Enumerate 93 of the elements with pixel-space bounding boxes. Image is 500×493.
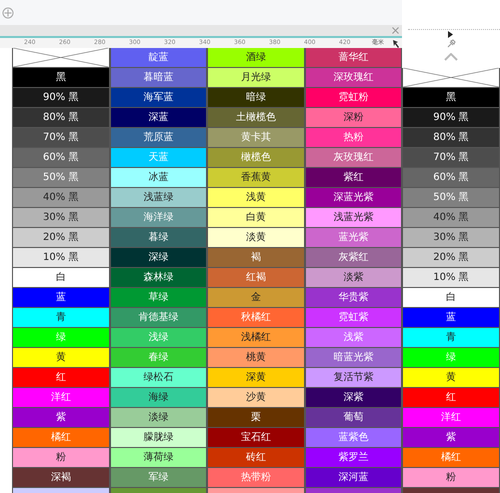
- color-swatch[interactable]: 蓝: [402, 308, 500, 328]
- color-swatch[interactable]: 30% 黑: [12, 208, 110, 228]
- color-swatch[interactable]: 青: [402, 328, 500, 348]
- color-swatch[interactable]: 30% 黑: [402, 228, 500, 248]
- color-swatch[interactable]: 紫: [402, 428, 500, 448]
- color-swatch[interactable]: 靛蓝: [110, 48, 207, 68]
- color-swatch[interactable]: 复活节紫: [304, 368, 402, 388]
- color-swatch[interactable]: 桃黄: [207, 348, 304, 368]
- color-swatch[interactable]: 宝石红: [207, 428, 304, 448]
- color-swatch[interactable]: 红褐: [207, 268, 304, 288]
- color-swatch[interactable]: 紫红: [304, 168, 402, 188]
- color-swatch[interactable]: 40% 黑: [12, 188, 110, 208]
- color-swatch[interactable]: 50% 黑: [12, 168, 110, 188]
- color-swatch[interactable]: 森林绿: [110, 268, 207, 288]
- color-swatch[interactable]: 70% 黑: [12, 128, 110, 148]
- color-swatch[interactable]: 月光绿: [207, 68, 304, 88]
- color-swatch[interactable]: 灰紫红: [304, 248, 402, 268]
- color-swatch[interactable]: 60% 黑: [402, 168, 500, 188]
- color-swatch[interactable]: 80% 黑: [402, 128, 500, 148]
- color-swatch[interactable]: 淡紫: [304, 268, 402, 288]
- cursor-icon[interactable]: [392, 39, 401, 48]
- play-icon[interactable]: [448, 31, 453, 38]
- color-swatch[interactable]: 20% 黑: [402, 248, 500, 268]
- color-swatch[interactable]: 褐: [207, 248, 304, 268]
- color-swatch[interactable]: 暗蓝光紫: [304, 348, 402, 368]
- color-swatch[interactable]: 暮暗蓝: [110, 68, 207, 88]
- color-swatch[interactable]: 淡黄: [207, 228, 304, 248]
- no-color-swatch[interactable]: [12, 48, 110, 68]
- color-swatch[interactable]: 华贵紫: [304, 288, 402, 308]
- color-swatch[interactable]: 红: [402, 388, 500, 408]
- color-swatch[interactable]: 10% 黑: [402, 268, 500, 288]
- color-swatch[interactable]: 白黄: [207, 208, 304, 228]
- color-swatch[interactable]: 浅蓝光紫: [304, 208, 402, 228]
- color-swatch[interactable]: 肯德基绿: [110, 308, 207, 328]
- color-swatch[interactable]: 香蕉黄: [207, 168, 304, 188]
- color-swatch[interactable]: 紫: [12, 408, 110, 428]
- color-swatch[interactable]: 白: [12, 268, 110, 288]
- color-swatch[interactable]: 10% 黑: [12, 248, 110, 268]
- color-swatch[interactable]: 深蓝光紫: [304, 188, 402, 208]
- color-swatch[interactable]: 暗绿: [207, 88, 304, 108]
- color-swatch[interactable]: 深褐: [12, 468, 110, 488]
- color-swatch[interactable]: 90% 黑: [402, 108, 500, 128]
- no-color-swatch[interactable]: [402, 68, 500, 88]
- color-swatch[interactable]: 50% 黑: [402, 188, 500, 208]
- color-swatch[interactable]: 深紫: [304, 388, 402, 408]
- color-swatch[interactable]: 暮绿: [110, 228, 207, 248]
- color-swatch[interactable]: 葡萄: [304, 408, 402, 428]
- color-swatch[interactable]: 薄荷绿: [110, 448, 207, 468]
- color-swatch[interactable]: 霓虹紫: [304, 308, 402, 328]
- color-swatch[interactable]: 黑: [402, 88, 500, 108]
- color-swatch[interactable]: 黑: [12, 68, 110, 88]
- color-swatch[interactable]: 深绿: [110, 248, 207, 268]
- color-swatch[interactable]: 深粉: [304, 108, 402, 128]
- color-swatch[interactable]: 浅橘红: [207, 328, 304, 348]
- color-swatch[interactable]: 海绿: [110, 388, 207, 408]
- color-swatch[interactable]: 60% 黑: [12, 148, 110, 168]
- color-swatch[interactable]: 灰玫瑰红: [304, 148, 402, 168]
- color-swatch[interactable]: 冰蓝: [110, 168, 207, 188]
- color-swatch[interactable]: 蓝紫色: [304, 428, 402, 448]
- color-swatch[interactable]: 浅黄: [207, 188, 304, 208]
- color-swatch[interactable]: 80% 黑: [12, 108, 110, 128]
- color-swatch[interactable]: 荒原蓝: [110, 128, 207, 148]
- color-swatch[interactable]: 海军蓝: [110, 88, 207, 108]
- color-swatch[interactable]: 青: [12, 308, 110, 328]
- color-swatch[interactable]: 白: [402, 288, 500, 308]
- color-swatch[interactable]: 深黄: [207, 368, 304, 388]
- color-swatch[interactable]: 淡绿: [110, 408, 207, 428]
- color-swatch[interactable]: 90% 黑: [12, 88, 110, 108]
- color-swatch[interactable]: 草绿: [110, 288, 207, 308]
- color-swatch[interactable]: 黄: [402, 368, 500, 388]
- color-swatch[interactable]: 土橄榄色: [207, 108, 304, 128]
- color-swatch[interactable]: 深蓝: [110, 108, 207, 128]
- color-swatch[interactable]: 浅蓝绿: [110, 188, 207, 208]
- color-swatch[interactable]: 粉: [402, 468, 500, 488]
- color-swatch[interactable]: 70% 黑: [402, 148, 500, 168]
- color-swatch[interactable]: 20% 黑: [12, 228, 110, 248]
- color-swatch[interactable]: 黄: [12, 348, 110, 368]
- color-swatch[interactable]: 深河蓝: [304, 468, 402, 488]
- color-swatch[interactable]: 朦胧绿: [110, 428, 207, 448]
- color-swatch[interactable]: 酒绿: [207, 48, 304, 68]
- color-swatch[interactable]: 红: [12, 368, 110, 388]
- color-swatch[interactable]: 蓝: [12, 288, 110, 308]
- color-swatch[interactable]: 粉: [12, 448, 110, 468]
- color-swatch[interactable]: 霓虹粉: [304, 88, 402, 108]
- color-swatch[interactable]: 40% 黑: [402, 208, 500, 228]
- color-swatch[interactable]: 沙黄: [207, 388, 304, 408]
- color-swatch[interactable]: 蔷华红: [304, 48, 402, 68]
- color-swatch[interactable]: 栗: [207, 408, 304, 428]
- color-swatch[interactable]: 深玫瑰红: [304, 68, 402, 88]
- color-swatch[interactable]: 砖红: [207, 448, 304, 468]
- color-swatch[interactable]: 紫罗兰: [304, 448, 402, 468]
- color-swatch[interactable]: 绿松石: [110, 368, 207, 388]
- color-swatch[interactable]: 金: [207, 288, 304, 308]
